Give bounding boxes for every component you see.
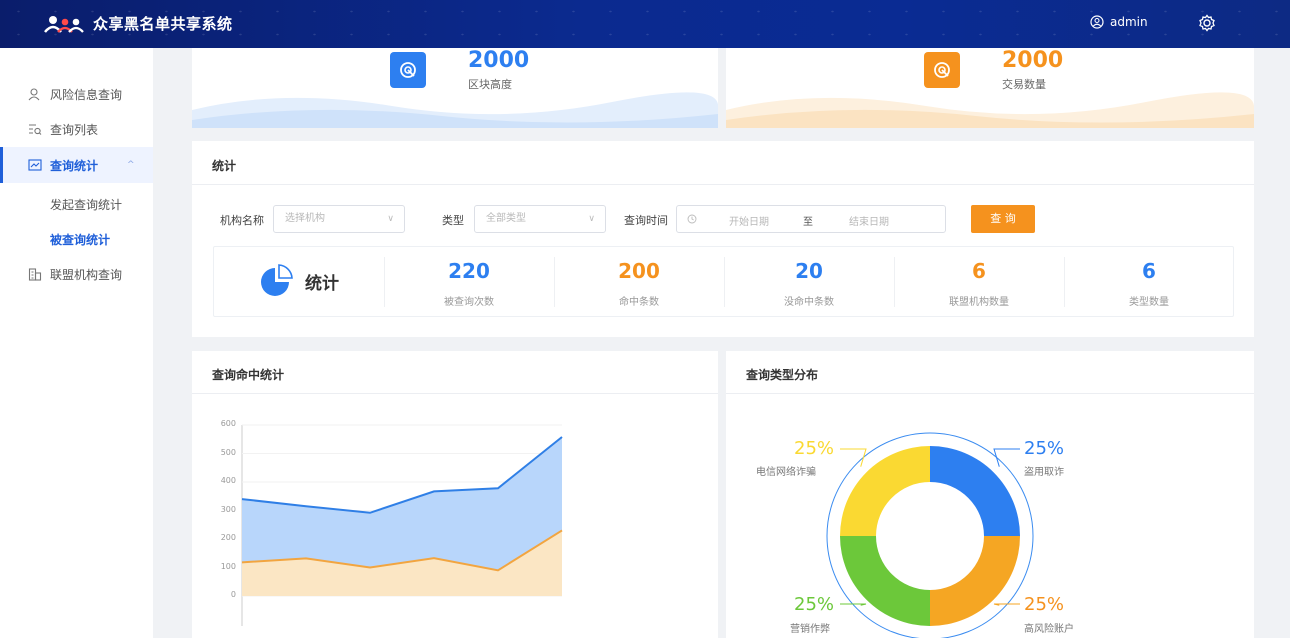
pie-leader-line	[993, 448, 1020, 467]
miss-count-stat: 20 没命中条数	[724, 247, 894, 317]
pie-category-label: 高风险账户	[1024, 624, 1074, 635]
sidebar-subitem-initiated-stats[interactable]: 发起查询统计	[50, 196, 122, 213]
list-search-icon	[29, 124, 42, 135]
sidebar-item-alliance-query[interactable]: 联盟机构查询	[0, 256, 153, 292]
chevron-down-icon: ∨	[588, 214, 595, 224]
stat-value: 6	[1142, 259, 1156, 283]
pie-percent-label: 25%	[1024, 438, 1065, 459]
block-icon	[390, 52, 426, 88]
org-placeholder: 选择机构	[285, 213, 325, 224]
sidebar-item-query-stats[interactable]: 查询统计 ^	[0, 147, 153, 183]
block-height-value: 2000	[468, 48, 530, 73]
sidebar-item-label: 风险信息查询	[50, 87, 123, 102]
sidebar-subitem-queried-stats[interactable]: 被查询统计	[50, 231, 110, 248]
sidebar-item-label: 联盟机构查询	[50, 267, 123, 282]
users-logo-icon	[44, 16, 84, 33]
transaction-count-value: 2000	[1002, 48, 1064, 73]
stat-label: 没命中条数	[784, 297, 834, 308]
summary-panel: 统计 220 被查询次数 200 命中条数 20 没命中条数 6 联盟机构数量 …	[213, 246, 1234, 317]
pie-percent-label: 25%	[794, 594, 835, 615]
app-title: 众享黑名单共享系统	[93, 15, 233, 33]
sidebar-item-risk-query[interactable]: 风险信息查询	[0, 76, 153, 112]
sidebar-item-query-list[interactable]: 查询列表	[0, 111, 153, 147]
pie-slice	[930, 536, 1020, 626]
start-date-placeholder[interactable]: 开始日期	[729, 213, 769, 228]
stat-label: 类型数量	[1129, 297, 1169, 308]
type-label: 类型	[442, 214, 464, 227]
range-separator: 至	[803, 217, 813, 228]
user-search-icon	[28, 88, 40, 101]
area-chart	[241, 424, 563, 626]
hit-count-stat: 200 命中条数	[554, 247, 724, 317]
block-height-label: 区块高度	[468, 78, 512, 91]
pie-slice	[930, 446, 1020, 536]
stat-label: 联盟机构数量	[949, 297, 1009, 308]
pie-category-label: 盗用取诈	[1024, 467, 1064, 478]
top-header: 众享黑名单共享系统 admin	[0, 0, 1290, 48]
stats-filter-card: 统计 机构名称 选择机构 ∨ 类型 全部类型 ∨ 查询时间 开始日期 至 结束日…	[192, 141, 1254, 337]
sidebar-item-label: 查询统计	[50, 158, 99, 173]
org-select[interactable]: 选择机构 ∨	[273, 205, 405, 233]
sidebar-item-label: 查询列表	[50, 122, 99, 137]
pie-category-label: 营销作弊	[790, 624, 830, 635]
pie-percent-label: 25%	[794, 438, 835, 459]
user-menu[interactable]: admin	[1090, 15, 1148, 29]
pie-percent-label: 25%	[1024, 594, 1065, 615]
time-label: 查询时间	[624, 214, 668, 227]
chart-icon	[28, 159, 42, 171]
clock-icon	[687, 214, 697, 224]
pie-slice	[840, 536, 930, 626]
stat-value: 6	[972, 259, 986, 283]
divider	[192, 184, 1254, 185]
org-label: 机构名称	[220, 214, 264, 227]
type-distribution-card: 查询类型分布 25% 盗用取诈 25% 高风险账户 25% 营销作弊 25% 电信网络诈骗	[726, 351, 1254, 638]
block-height-card: 2000 区块高度	[192, 48, 718, 128]
building-icon	[28, 268, 42, 281]
transaction-icon	[924, 52, 960, 88]
wave-decoration	[192, 92, 718, 128]
chevron-up-icon: ^	[127, 160, 135, 170]
stat-value: 220	[448, 259, 490, 283]
end-date-placeholder[interactable]: 结束日期	[849, 213, 889, 228]
settings-gear-icon[interactable]	[1198, 14, 1216, 32]
stat-label: 被查询次数	[444, 297, 494, 308]
type-count-stat: 6 类型数量	[1064, 247, 1234, 317]
pie-chart-icon	[261, 264, 293, 296]
pie-slice	[840, 446, 930, 536]
pie-category-label: 电信网络诈骗	[756, 467, 816, 478]
queried-count-stat: 220 被查询次数	[384, 247, 554, 317]
summary-label: 统计	[305, 274, 339, 294]
wave-decoration	[726, 92, 1254, 128]
username: admin	[1110, 15, 1148, 29]
chevron-down-icon: ∨	[387, 214, 394, 224]
card-title: 统计	[212, 159, 237, 173]
query-button[interactable]: 查 询	[971, 205, 1035, 233]
stat-value: 20	[795, 259, 823, 283]
date-range-picker[interactable]: 开始日期 至 结束日期	[676, 205, 946, 233]
hit-stats-card: 查询命中统计 0 100 200 300 400 500 600	[192, 351, 718, 638]
user-icon	[1090, 15, 1104, 29]
alliance-count-stat: 6 联盟机构数量	[894, 247, 1064, 317]
transaction-count-card: 2000 交易数量	[726, 48, 1254, 128]
transaction-count-label: 交易数量	[1002, 78, 1046, 91]
type-select[interactable]: 全部类型 ∨	[474, 205, 606, 233]
pie-leader-line	[840, 448, 867, 467]
sidebar: 风险信息查询 查询列表 查询统计 ^ 发起查询统计 被查询统计 联盟机构查询	[0, 48, 153, 638]
stat-value: 200	[618, 259, 660, 283]
stat-label: 命中条数	[619, 297, 659, 308]
type-placeholder: 全部类型	[486, 213, 526, 224]
